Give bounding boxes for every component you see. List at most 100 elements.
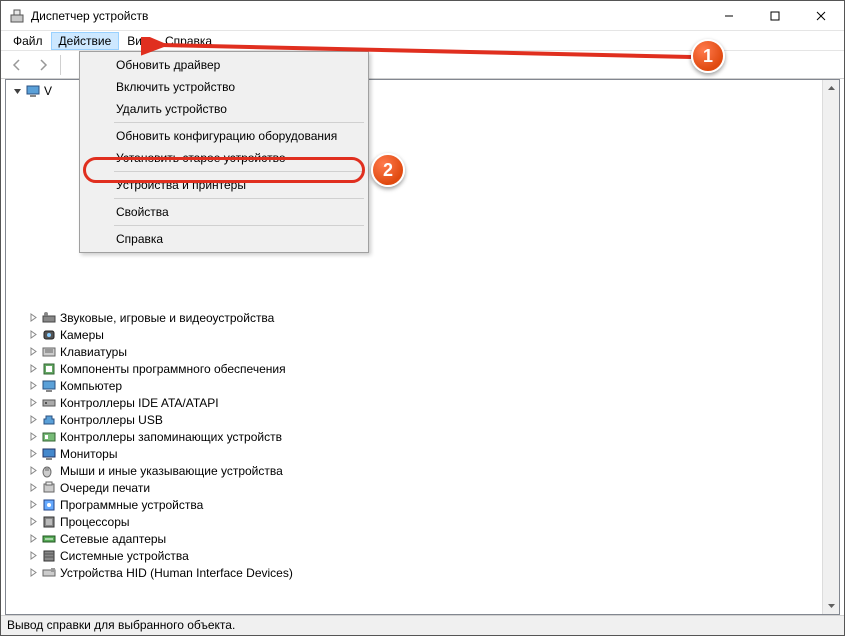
device-category-icon [41, 565, 57, 581]
expander-closed-icon[interactable] [26, 345, 40, 359]
expander-closed-icon[interactable] [26, 396, 40, 410]
menu-view[interactable]: Вид [119, 32, 157, 50]
forward-button[interactable] [31, 53, 55, 77]
tree-node[interactable]: Звуковые, игровые и видеоустройства [6, 309, 839, 326]
menu-help[interactable]: Справка [157, 32, 220, 50]
tree-node[interactable]: Сетевые адаптеры [6, 530, 839, 547]
device-category-icon [41, 531, 57, 547]
device-category-icon [41, 344, 57, 360]
expander-closed-icon[interactable] [26, 311, 40, 325]
computer-icon [25, 83, 41, 99]
device-category-icon [41, 395, 57, 411]
device-category-icon [41, 480, 57, 496]
window-title: Диспетчер устройств [31, 9, 148, 23]
menu-separator [114, 122, 364, 123]
expander-closed-icon[interactable] [26, 430, 40, 444]
tree-node[interactable]: Устройства HID (Human Interface Devices) [6, 564, 839, 581]
action-dropdown: Обновить драйвер Включить устройство Уда… [79, 51, 369, 253]
tree-node[interactable]: Очереди печати [6, 479, 839, 496]
expander-closed-icon[interactable] [26, 328, 40, 342]
expander-open-icon[interactable] [10, 84, 24, 98]
toolbar-separator [60, 55, 61, 75]
tree-node-label: Мониторы [60, 447, 117, 461]
maximize-button[interactable] [752, 1, 798, 31]
annotation-callout-2: 2 [371, 153, 405, 187]
expander-closed-icon[interactable] [26, 362, 40, 376]
tree-node-label: Контроллеры запоминающих устройств [60, 430, 282, 444]
menu-add-legacy[interactable]: Установить старое устройство [82, 147, 366, 169]
tree-node[interactable]: Компоненты программного обеспечения [6, 360, 839, 377]
menu-enable-device[interactable]: Включить устройство [82, 76, 366, 98]
tree-node-label: Камеры [60, 328, 104, 342]
device-category-icon [41, 412, 57, 428]
expander-closed-icon[interactable] [26, 447, 40, 461]
tree-node[interactable]: Контроллеры запоминающих устройств [6, 428, 839, 445]
menu-separator [114, 225, 364, 226]
tree-node-label: Программные устройства [60, 498, 203, 512]
menu-dropdown-help[interactable]: Справка [82, 228, 366, 250]
device-category-icon [41, 361, 57, 377]
expander-closed-icon[interactable] [26, 464, 40, 478]
device-category-icon [41, 378, 57, 394]
device-category-icon [41, 310, 57, 326]
tree-node-label: Контроллеры USB [60, 413, 163, 427]
menu-properties[interactable]: Свойства [82, 201, 366, 223]
close-button[interactable] [798, 1, 844, 31]
tree-node-label: Системные устройства [60, 549, 189, 563]
menu-action[interactable]: Действие [51, 32, 120, 50]
expander-closed-icon[interactable] [26, 515, 40, 529]
back-button[interactable] [5, 53, 29, 77]
expander-closed-icon[interactable] [26, 498, 40, 512]
statusbar-text: Вывод справки для выбранного объекта. [7, 618, 235, 632]
expander-closed-icon[interactable] [26, 566, 40, 580]
tree-node[interactable]: Программные устройства [6, 496, 839, 513]
device-category-icon [41, 497, 57, 513]
scroll-down-icon[interactable] [823, 597, 839, 614]
tree-node[interactable]: Контроллеры IDE ATA/ATAPI [6, 394, 839, 411]
scroll-up-icon[interactable] [823, 80, 839, 97]
tree-node-label: Сетевые адаптеры [60, 532, 166, 546]
tree-node-label: Очереди печати [60, 481, 150, 495]
device-category-icon [41, 514, 57, 530]
device-category-icon [41, 429, 57, 445]
menu-remove-device[interactable]: Удалить устройство [82, 98, 366, 120]
menu-file[interactable]: Файл [5, 32, 51, 50]
tree-node[interactable]: Камеры [6, 326, 839, 343]
scrollbar-vertical[interactable] [822, 80, 839, 614]
menu-update-driver[interactable]: Обновить драйвер [82, 54, 366, 76]
minimize-button[interactable] [706, 1, 752, 31]
app-icon [9, 8, 25, 24]
tree-node-label: Устройства HID (Human Interface Devices) [60, 566, 293, 580]
expander-closed-icon[interactable] [26, 481, 40, 495]
expander-closed-icon[interactable] [26, 532, 40, 546]
menu-separator [114, 198, 364, 199]
tree-node-label: Клавиатуры [60, 345, 127, 359]
expander-closed-icon[interactable] [26, 379, 40, 393]
menu-separator [114, 171, 364, 172]
tree-node-label: Процессоры [60, 515, 130, 529]
device-category-icon [41, 463, 57, 479]
device-category-icon [41, 446, 57, 462]
statusbar: Вывод справки для выбранного объекта. [1, 615, 844, 635]
tree-root-label: V [44, 84, 52, 98]
tree-node-label: Компоненты программного обеспечения [60, 362, 286, 376]
tree-node-label: Контроллеры IDE ATA/ATAPI [60, 396, 219, 410]
annotation-callout-1: 1 [691, 39, 725, 73]
tree-node[interactable]: Компьютер [6, 377, 839, 394]
tree-node-label: Звуковые, игровые и видеоустройства [60, 311, 274, 325]
tree-node[interactable]: Клавиатуры [6, 343, 839, 360]
device-category-icon [41, 327, 57, 343]
tree-node[interactable]: Системные устройства [6, 547, 839, 564]
tree-node[interactable]: Процессоры [6, 513, 839, 530]
tree-node-label: Мыши и иные указывающие устройства [60, 464, 283, 478]
expander-closed-icon[interactable] [26, 413, 40, 427]
tree-node[interactable]: Контроллеры USB [6, 411, 839, 428]
expander-closed-icon[interactable] [26, 549, 40, 563]
menu-scan-hardware[interactable]: Обновить конфигурацию оборудования [82, 125, 366, 147]
device-category-icon [41, 548, 57, 564]
tree-node-label: Компьютер [60, 379, 122, 393]
titlebar: Диспетчер устройств [1, 1, 844, 31]
tree-node[interactable]: Мониторы [6, 445, 839, 462]
tree-node[interactable]: Мыши и иные указывающие устройства [6, 462, 839, 479]
menu-devices-printers[interactable]: Устройства и принтеры [82, 174, 366, 196]
